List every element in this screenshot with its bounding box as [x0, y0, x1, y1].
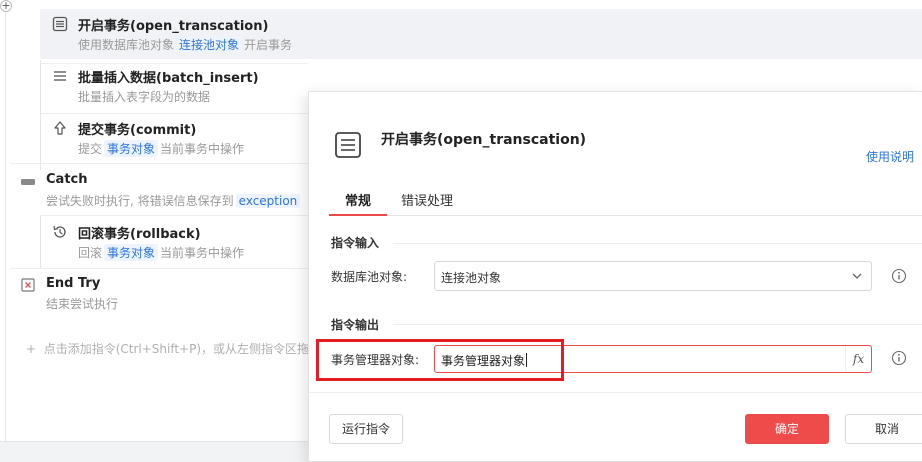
tab-error-handling[interactable]: 错误处理	[401, 190, 453, 209]
list-icon	[333, 130, 363, 160]
pool-select[interactable]: 连接池对象	[434, 261, 872, 291]
pool-label: 数据库池对象:	[331, 270, 408, 284]
step-title[interactable]: 回滚事务(rollback)	[78, 223, 201, 242]
flow-gutter-line	[5, 12, 6, 452]
step-title[interactable]: 批量插入数据(batch_insert)	[78, 67, 259, 86]
section-divider	[393, 243, 922, 244]
step-divider	[40, 63, 308, 64]
variable-chip[interactable]: 连接池对象	[176, 36, 243, 53]
step-divider	[10, 163, 308, 164]
variable-chip[interactable]: 事务对象	[104, 140, 159, 157]
nest-guide-line	[40, 215, 41, 268]
add-instruction-hint[interactable]: + 点击添加指令(Ctrl+Shift+P)，或从左侧指令区拖入	[26, 340, 321, 357]
variable-chip[interactable]: exception	[235, 194, 301, 208]
step-title[interactable]: Catch	[46, 172, 88, 187]
annotation-highlight-box	[316, 339, 564, 381]
list-icon	[52, 16, 68, 32]
info-icon[interactable]	[891, 268, 907, 284]
variable-chip[interactable]: 事务对象	[104, 244, 159, 261]
section-divider	[393, 324, 922, 325]
footer-divider	[309, 392, 922, 393]
step-desc: 结束尝试执行	[46, 297, 119, 311]
nest-guide-line	[40, 60, 41, 170]
run-instruction-button[interactable]: 运行指令	[329, 414, 403, 444]
cancel-button[interactable]: 取消	[845, 414, 922, 444]
section-title-input: 指令输入	[331, 236, 380, 250]
step-divider	[40, 215, 308, 216]
dialog-tabs: 常规 错误处理	[329, 182, 922, 216]
history-icon	[52, 224, 68, 240]
step-desc: 提交 事务对象 当前事务中操作	[78, 140, 245, 157]
arrow-up-icon	[52, 120, 68, 136]
step-desc: 批量插入表字段为的数据	[78, 90, 211, 104]
step-desc: 尝试失败时执行, 将错误信息保存到 exception	[46, 192, 302, 209]
catch-icon	[20, 173, 36, 189]
chevron-down-icon	[852, 273, 862, 279]
step-title[interactable]: 提交事务(commit)	[78, 119, 196, 138]
fx-expression-button[interactable]: fx	[845, 346, 871, 372]
step-divider	[10, 268, 308, 269]
end-try-icon	[20, 277, 36, 293]
help-link[interactable]: 使用说明	[866, 148, 914, 165]
tab-general[interactable]: 常规	[345, 190, 371, 209]
active-tab-indicator	[329, 214, 387, 216]
info-icon[interactable]	[891, 350, 907, 366]
ok-button[interactable]: 确定	[745, 414, 829, 444]
pool-select-value: 连接池对象	[441, 271, 502, 285]
step-title: 开启事务(open_transcation)	[78, 19, 269, 34]
step-desc: 回滚 事务对象 当前事务中操作	[78, 244, 245, 261]
step-divider	[40, 113, 308, 114]
section-title-output: 指令输出	[331, 318, 380, 332]
add-top-icon[interactable]: +	[0, 0, 12, 12]
step-desc: 使用数据库池对象 连接池对象 开启事务	[78, 36, 293, 53]
lines-icon	[52, 68, 68, 84]
dialog-title: 开启事务(open_transcation)	[381, 132, 587, 148]
step-title[interactable]: End Try	[46, 276, 100, 291]
instruction-properties-dialog: 开启事务(open_transcation) 使用说明 常规 错误处理 指令输入…	[308, 91, 922, 462]
